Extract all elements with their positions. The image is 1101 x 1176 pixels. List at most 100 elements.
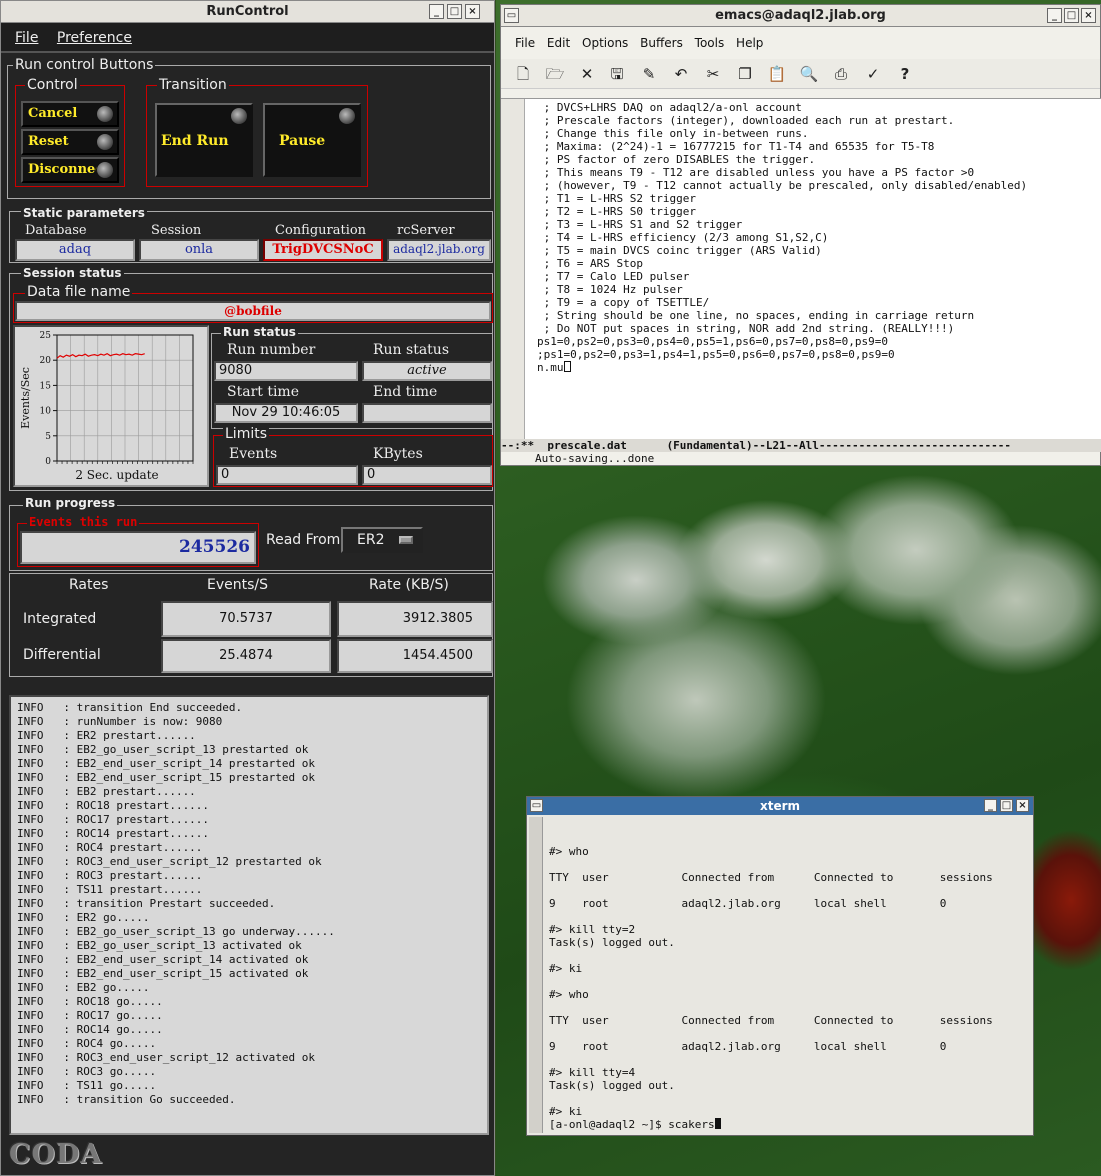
minimize-icon[interactable]: _ bbox=[1047, 8, 1062, 23]
runcontrol-titlebar[interactable]: RunControl _ □ × bbox=[1, 1, 494, 23]
terminal-line: Task(s) logged out. bbox=[549, 1079, 675, 1092]
terminal-cursor bbox=[714, 1118, 721, 1129]
y-tick-label: 10 bbox=[40, 407, 52, 417]
buffer-line: ; T5 = main DVCS coinc trigger (ARS Vali… bbox=[537, 244, 822, 257]
control-label: Control bbox=[25, 77, 80, 93]
terminal-line: #> ki bbox=[549, 962, 583, 975]
undo-icon[interactable]: ↶ bbox=[671, 65, 691, 83]
x-axis-label: 2 Sec. update bbox=[75, 468, 158, 482]
search-icon[interactable]: 🔍 bbox=[799, 65, 819, 83]
xterm-title: xterm bbox=[759, 799, 801, 813]
read-from-label: Read From: bbox=[266, 532, 346, 548]
menu-help[interactable]: Help bbox=[736, 36, 763, 50]
maximize-icon[interactable]: □ bbox=[1000, 799, 1013, 812]
buffer-line: ; DVCS+LHRS DAQ on adaql2/a-onl account bbox=[537, 101, 802, 114]
maximize-icon[interactable]: □ bbox=[1064, 8, 1079, 23]
chart-svg: 0 5 10 15 20 25 Events/Sec 2 Sec. update bbox=[19, 331, 194, 482]
events-limit-input[interactable]: 0 bbox=[216, 465, 358, 485]
log-line: INFO : EB2_end_user_script_14 activated … bbox=[17, 953, 309, 966]
log-line: INFO : ROC18 prestart...... bbox=[17, 799, 210, 812]
read-from-select[interactable]: ER2 bbox=[341, 527, 423, 553]
cancel-button[interactable]: Cancel bbox=[21, 101, 119, 127]
y-tick-label: 25 bbox=[40, 331, 52, 341]
maximize-icon[interactable]: □ bbox=[447, 4, 462, 19]
buffer-line: ; This means T9 - T12 are disabled unles… bbox=[537, 166, 975, 179]
events-per-sec-header: Events/S bbox=[207, 577, 269, 593]
configuration-value: TrigDVCSNoC bbox=[263, 239, 383, 261]
reset-button[interactable]: Reset bbox=[21, 129, 119, 155]
menu-file[interactable]: File bbox=[515, 36, 535, 50]
end-time-value bbox=[362, 403, 492, 423]
emacs-buffer[interactable]: ; DVCS+LHRS DAQ on adaql2/a-onl account … bbox=[501, 98, 1101, 440]
new-file-icon[interactable]: 🗋 bbox=[513, 65, 533, 83]
close-icon[interactable]: × bbox=[1016, 799, 1029, 812]
start-time-label: Start time bbox=[227, 384, 299, 400]
run-status-value: active bbox=[362, 361, 492, 381]
log-line: INFO : EB2_go_user_script_13 go underway… bbox=[17, 925, 335, 938]
emacs-scrollbar[interactable] bbox=[501, 99, 525, 440]
window-menu-icon[interactable]: ▭ bbox=[530, 799, 543, 812]
close-buffer-icon[interactable]: ✕ bbox=[577, 65, 597, 83]
minimize-icon[interactable]: _ bbox=[429, 4, 444, 19]
differential-events-value: 25.4874 bbox=[161, 639, 331, 673]
cut-icon[interactable]: ✂ bbox=[703, 65, 723, 83]
coda-logo: CODA bbox=[9, 1139, 103, 1170]
indicator-icon bbox=[96, 161, 114, 179]
menu-buffers[interactable]: Buffers bbox=[640, 36, 683, 50]
log-line: INFO : EB2_end_user_script_15 prestarted… bbox=[17, 771, 316, 784]
buffer-line: ; T3 = L-HRS S1 and S2 trigger bbox=[537, 218, 743, 231]
terminal-line: Task(s) logged out. bbox=[549, 936, 675, 949]
window-menu-icon[interactable]: ▭ bbox=[504, 8, 519, 23]
open-folder-icon[interactable]: 🗁 bbox=[545, 65, 565, 83]
menu-tools[interactable]: Tools bbox=[695, 36, 725, 50]
pause-button[interactable]: Pause bbox=[263, 103, 361, 177]
events-rate-chart: 0 5 10 15 20 25 Events/Sec 2 Sec. update bbox=[13, 325, 209, 487]
buffer-line: ; T1 = L-HRS S2 trigger bbox=[537, 192, 696, 205]
menu-edit[interactable]: Edit bbox=[547, 36, 570, 50]
save-as-icon[interactable]: ✎ bbox=[639, 65, 659, 83]
save-icon[interactable]: 🖫 bbox=[607, 65, 627, 83]
end-time-label: End time bbox=[373, 384, 438, 400]
print-icon[interactable]: ⎙ bbox=[831, 65, 851, 83]
run-status-group-label: Run status bbox=[221, 325, 298, 339]
disconnect-button[interactable]: Disconnect bbox=[21, 157, 119, 183]
xterm-titlebar[interactable]: ▭ xterm _ □ × bbox=[527, 797, 1033, 815]
preferences-icon[interactable]: ✓ bbox=[863, 65, 883, 83]
emacs-menubar: File Edit Options Buffers Tools Help bbox=[501, 27, 1100, 59]
emacs-titlebar[interactable]: ▭ emacs@adaql2.jlab.org _ □ × bbox=[501, 5, 1100, 27]
integrated-rate-value: 3912.3805 bbox=[337, 601, 493, 637]
events-this-run-value: 245526 bbox=[20, 531, 256, 564]
differential-label: Differential bbox=[23, 647, 101, 663]
menu-file[interactable]: File bbox=[15, 30, 38, 46]
data-file-value[interactable]: @bobfile bbox=[15, 301, 491, 321]
paste-icon[interactable]: 📋 bbox=[767, 65, 787, 83]
message-log[interactable]: INFO : transition End succeeded. INFO : r… bbox=[9, 695, 489, 1135]
static-parameters-label: Static parameters bbox=[21, 206, 147, 220]
session-status-label: Session status bbox=[21, 266, 124, 280]
emacs-echo-area: Auto-saving...done bbox=[535, 452, 655, 465]
database-label: Database bbox=[25, 223, 87, 238]
close-icon[interactable]: × bbox=[465, 4, 480, 19]
emacs-title: emacs@adaql2.jlab.org bbox=[715, 8, 886, 23]
y-tick-label: 5 bbox=[45, 432, 51, 442]
xterm-scrollbar[interactable] bbox=[529, 817, 543, 1133]
help-icon[interactable]: ? bbox=[895, 65, 915, 83]
end-run-button[interactable]: End Run bbox=[155, 103, 253, 177]
kbytes-limit-input[interactable]: 0 bbox=[362, 465, 492, 485]
emacs-window: ▭ emacs@adaql2.jlab.org _ □ × File Edit … bbox=[500, 4, 1101, 466]
buffer-line: ; T9 = a copy of TSETTLE/ bbox=[537, 296, 710, 309]
log-line: INFO : TS11 prestart...... bbox=[17, 883, 203, 896]
menu-preference[interactable]: Preference bbox=[57, 30, 132, 46]
minimize-icon[interactable]: _ bbox=[984, 799, 997, 812]
xterm-terminal[interactable]: #> who TTY user Connected from Connected … bbox=[545, 817, 1031, 1133]
copy-icon[interactable]: ❐ bbox=[735, 65, 755, 83]
log-line: INFO : ROC3_end_user_script_12 activated… bbox=[17, 1051, 316, 1064]
log-line: INFO : TS11 go..... bbox=[17, 1079, 157, 1092]
close-icon[interactable]: × bbox=[1081, 8, 1096, 23]
terminal-line: #> who bbox=[549, 845, 589, 858]
menu-options[interactable]: Options bbox=[582, 36, 628, 50]
end-run-label: End Run bbox=[161, 133, 229, 149]
buffer-line: ; (however, T9 - T12 cannot actually be … bbox=[537, 179, 1028, 192]
buffer-text[interactable]: ; DVCS+LHRS DAQ on adaql2/a-onl account … bbox=[537, 101, 1027, 374]
